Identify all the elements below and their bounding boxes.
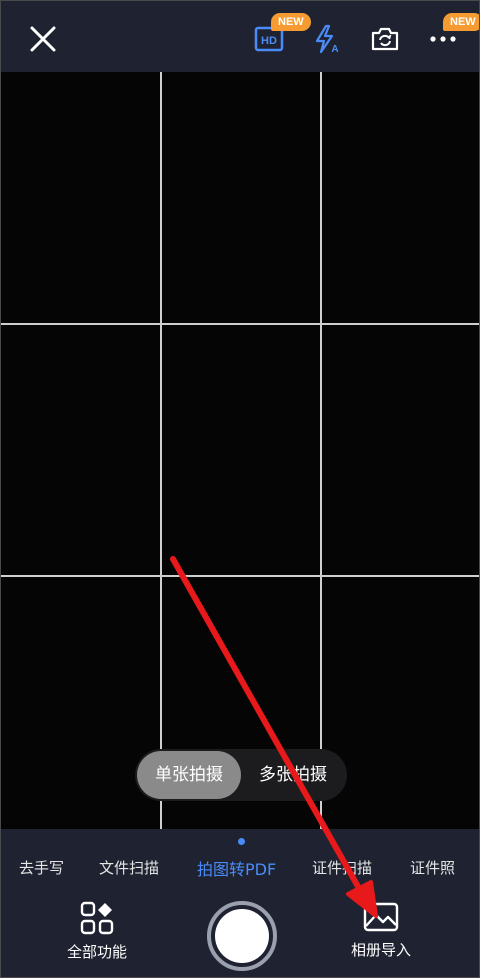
switch-camera-button[interactable] (363, 17, 407, 61)
camera-viewfinder[interactable] (1, 72, 479, 829)
tab-document-scan[interactable]: 文件扫描 (99, 857, 159, 878)
grid-line (160, 72, 162, 829)
svg-text:A: A (331, 44, 338, 54)
tab-id-photo[interactable]: 证件照 (410, 857, 455, 878)
mode-tabs: 去手写 文件扫描 拍图转PDF 证件扫描 证件照 (1, 851, 479, 883)
all-features-label: 全部功能 (67, 943, 128, 961)
more-button[interactable]: NEW (421, 13, 479, 61)
album-import-button[interactable]: 相册导入 (351, 901, 411, 960)
active-tab-indicator (238, 838, 245, 845)
hd-button[interactable]: HD NEW (247, 13, 311, 61)
app-screen: HD NEW A NEW 单张拍摄 多张拍摄 去手写 文件扫描 拍图转PDF 证… (0, 0, 480, 978)
multi-shot-option[interactable]: 多张拍摄 (241, 751, 345, 799)
album-import-label: 相册导入 (351, 941, 412, 959)
grid-line (320, 72, 322, 829)
tab-photo-to-pdf[interactable]: 拍图转PDF (197, 856, 276, 880)
grid-line (1, 323, 479, 325)
flash-button[interactable]: A (305, 17, 349, 61)
hd-label: HD (261, 35, 277, 47)
top-toolbar: HD NEW A NEW (1, 1, 479, 72)
capture-mode-toggle: 单张拍摄 多张拍摄 (135, 749, 347, 801)
more-icon (430, 36, 456, 42)
bottom-panel: 去手写 文件扫描 拍图转PDF 证件扫描 证件照 全部功能 相册导入 (1, 829, 479, 977)
shutter-button[interactable] (207, 901, 277, 971)
grid-line (1, 575, 479, 577)
tab-id-scan[interactable]: 证件扫描 (312, 857, 372, 878)
tab-handwriting-removal[interactable]: 去手写 (19, 857, 64, 878)
close-icon (30, 26, 56, 52)
single-shot-option[interactable]: 单张拍摄 (137, 751, 241, 799)
shutter-inner (215, 909, 269, 963)
switch-camera-icon (371, 27, 399, 51)
flash-auto-icon: A (315, 24, 339, 54)
close-button[interactable] (21, 17, 65, 61)
all-features-button[interactable]: 全部功能 (67, 901, 127, 962)
image-icon (363, 902, 399, 932)
apps-grid-icon (80, 901, 114, 935)
new-badge: NEW (443, 13, 479, 31)
